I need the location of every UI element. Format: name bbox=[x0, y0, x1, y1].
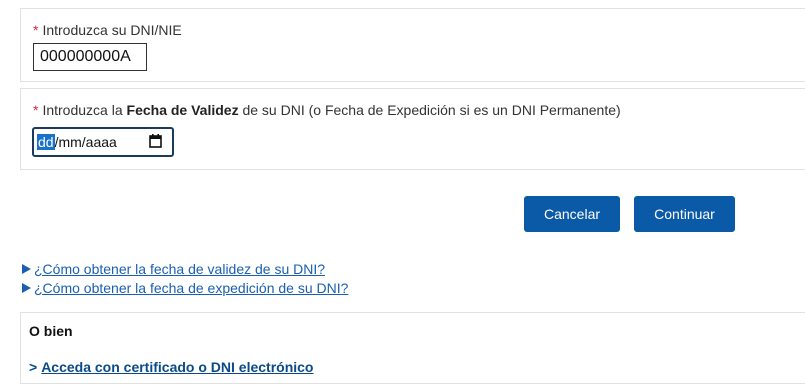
help-link-validez-text[interactable]: ¿Cómo obtener la fecha de validez de su … bbox=[34, 261, 325, 277]
continue-button[interactable]: Continuar bbox=[634, 196, 735, 232]
certificate-access-link[interactable]: > Acceda con certificado o DNI electrónic… bbox=[29, 359, 313, 375]
dni-input[interactable] bbox=[33, 43, 147, 71]
fecha-panel: * Introduzca la Fecha de Validez de su DN… bbox=[20, 88, 805, 170]
alternative-title: O bien bbox=[29, 323, 73, 339]
date-day-segment[interactable]: dd bbox=[37, 134, 55, 150]
dni-label-text: Introduzca su DNI/NIE bbox=[42, 22, 182, 38]
triangle-right-icon bbox=[22, 283, 31, 293]
fecha-label: * Introduzca la Fecha de Validez de su DN… bbox=[33, 102, 621, 118]
fecha-label-prefix: Introduzca la bbox=[42, 102, 127, 118]
fecha-label-suffix: de su DNI (o Fecha de Expedición si es u… bbox=[238, 102, 621, 118]
certificate-access-link-text[interactable]: Acceda con certificado o DNI electrónico bbox=[41, 359, 313, 375]
help-link-expedicion[interactable]: ¿Cómo obtener la fecha de expedición de … bbox=[22, 280, 348, 296]
date-rest-segment[interactable]: /mm/aaaa bbox=[55, 134, 117, 150]
date-value[interactable]: dd/mm/aaaa bbox=[37, 134, 117, 150]
help-link-validez[interactable]: ¿Cómo obtener la fecha de validez de su … bbox=[22, 261, 325, 277]
date-input[interactable]: dd/mm/aaaa bbox=[32, 127, 174, 157]
calendar-icon[interactable] bbox=[149, 134, 162, 148]
fecha-label-bold: Fecha de Validez bbox=[126, 102, 239, 118]
cancel-button[interactable]: Cancelar bbox=[524, 196, 620, 232]
alternative-panel: O bien > Acceda con certificado o DNI ele… bbox=[20, 312, 805, 384]
required-mark: * bbox=[33, 102, 39, 118]
dni-panel: * Introduzca su DNI/NIE bbox=[20, 8, 805, 82]
dni-label: * Introduzca su DNI/NIE bbox=[33, 22, 182, 38]
help-link-expedicion-text[interactable]: ¿Cómo obtener la fecha de expedición de … bbox=[34, 280, 348, 296]
required-mark: * bbox=[33, 22, 39, 38]
link-arrow-icon: > bbox=[29, 359, 38, 375]
triangle-right-icon bbox=[22, 264, 31, 274]
